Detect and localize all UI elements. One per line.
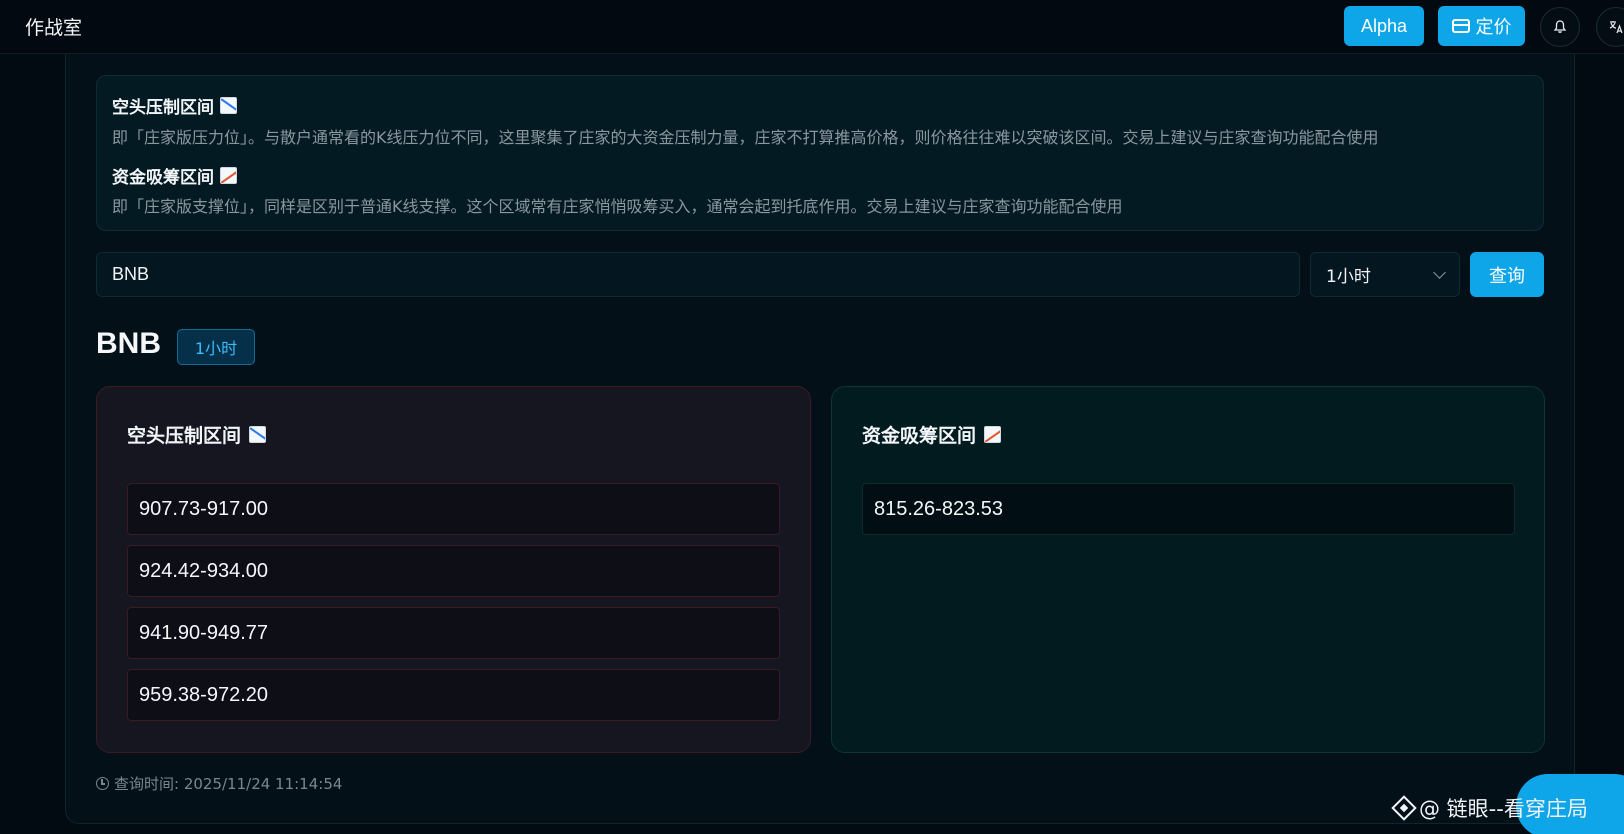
chart-decreasing-icon	[220, 97, 237, 114]
pricing-button[interactable]: 定价	[1438, 6, 1525, 46]
pricing-label: 定价	[1475, 17, 1512, 38]
support-card: 资金吸筹区间 815.26-823.53	[831, 386, 1545, 753]
query-time: 查询时间: 2025/11/24 11:14:54	[96, 773, 342, 794]
chart-increasing-icon	[220, 167, 237, 184]
top-bar: 作战室 Alpha 定价	[0, 0, 1624, 54]
support-info-title: 资金吸筹区间	[112, 163, 237, 188]
interval-badge: 1小时	[177, 329, 255, 365]
bell-icon	[1553, 20, 1567, 33]
result-symbol: BNB	[96, 327, 161, 360]
watermark: @ 链眼--看穿庄局	[1391, 793, 1588, 823]
support-info-title-text: 资金吸筹区间	[112, 168, 214, 188]
interval-select[interactable]: 1小时	[1310, 252, 1460, 297]
support-card-title: 资金吸筹区间	[862, 421, 1002, 448]
support-card-title-text: 资金吸筹区间	[862, 425, 977, 447]
query-button[interactable]: 查询	[1470, 252, 1544, 297]
resistance-range: 924.42-934.00	[127, 545, 780, 597]
resistance-card-title: 空头压制区间	[127, 421, 267, 448]
resistance-info-desc: 即「庄家版压力位」。与散户通常看的K线压力位不同，这里聚集了庄家的大资金压制力量…	[112, 128, 1379, 147]
support-range: 815.26-823.53	[862, 483, 1515, 535]
credit-card-icon	[1451, 19, 1470, 33]
binance-logo-icon	[1391, 795, 1417, 821]
chart-increasing-icon	[984, 426, 1002, 443]
alpha-button[interactable]: Alpha	[1344, 6, 1424, 46]
translate-icon	[1609, 21, 1623, 34]
watermark-text: @ 链眼--看穿庄局	[1419, 797, 1588, 821]
chart-decreasing-icon	[249, 426, 267, 443]
chevron-down-icon	[1433, 265, 1446, 279]
resistance-card: 空头压制区间 907.73-917.00 924.42-934.00 941.9…	[96, 386, 811, 753]
resistance-range: 959.38-972.20	[127, 669, 780, 721]
resistance-card-title-text: 空头压制区间	[127, 425, 242, 447]
query-time-text: 查询时间: 2025/11/24 11:14:54	[114, 775, 343, 793]
clock-icon	[96, 777, 109, 790]
resistance-range: 907.73-917.00	[127, 483, 780, 535]
language-button[interactable]	[1596, 7, 1624, 47]
resistance-range: 941.90-949.77	[127, 607, 780, 659]
support-info-desc: 即「庄家版支撑位」，同样是区别于普通K线支撑。这个区域常有庄家悄悄吸筹买入，通常…	[112, 197, 1123, 216]
resistance-info-title-text: 空头压制区间	[112, 98, 214, 118]
notifications-button[interactable]	[1540, 7, 1580, 47]
resistance-info-title: 空头压制区间	[112, 93, 237, 118]
symbol-input[interactable]: BNB	[96, 252, 1300, 297]
app-title: 作战室	[25, 17, 83, 39]
info-box: 空头压制区间 即「庄家版压力位」。与散户通常看的K线压力位不同，这里聚集了庄家的…	[96, 75, 1544, 231]
interval-select-value: 1小时	[1326, 267, 1371, 287]
